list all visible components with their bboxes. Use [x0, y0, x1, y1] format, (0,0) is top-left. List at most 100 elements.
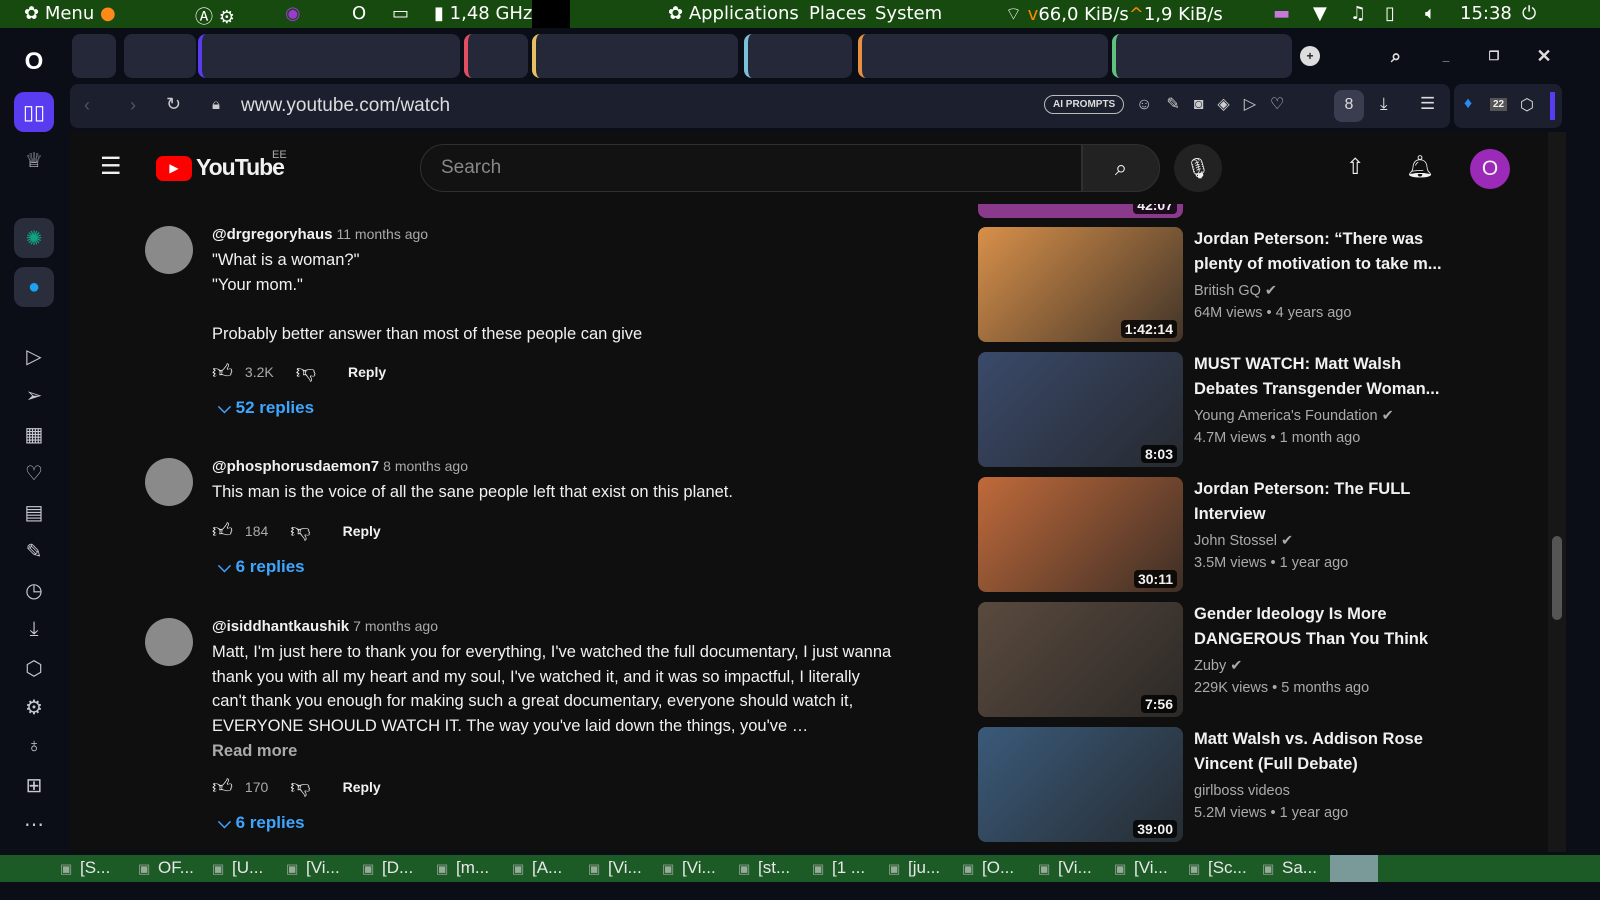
channel-name[interactable]: girlboss videos — [1194, 783, 1290, 799]
history-icon[interactable]: ◷ — [14, 570, 54, 610]
channel-name[interactable]: Young America's Foundation — [1194, 408, 1378, 424]
wifi-icon[interactable]: ▼ — [1313, 3, 1327, 24]
comment-time[interactable]: 8 months ago — [383, 458, 468, 474]
taskbar-item[interactable]: [1 ... — [832, 858, 865, 878]
dislike-icon[interactable]: 👎︎ — [290, 519, 310, 543]
reply-button[interactable]: Reply — [348, 364, 386, 380]
related-video[interactable]: 30:11 Jordan Peterson: The FULL Interview… — [978, 477, 1448, 592]
firefox-icon[interactable]: ● — [100, 3, 116, 24]
comment-author[interactable]: @phosphorusdaemon7 — [212, 458, 379, 475]
view-replies-button[interactable]: ⌵ 6 replies — [218, 557, 892, 577]
system-menu[interactable]: System — [875, 3, 942, 24]
new-tab-icon[interactable]: + — [1300, 46, 1320, 66]
workspace-icon[interactable]: ▯▯ — [14, 92, 54, 132]
video-title[interactable]: Jordan Peterson: “There was plenty of mo… — [1194, 227, 1444, 276]
video-thumbnail[interactable]: 7:56 — [978, 602, 1183, 717]
back-icon[interactable]: ‹ — [84, 95, 90, 116]
page-scrollbar[interactable] — [1548, 132, 1566, 852]
video-title[interactable]: Gender Ideology Is More DANGEROUS Than Y… — [1194, 602, 1444, 651]
read-more-button[interactable]: Read more — [212, 742, 892, 761]
youtube-logo[interactable]: YouTube — [196, 154, 285, 181]
avatar[interactable] — [145, 458, 193, 506]
crown-icon[interactable]: ♕ — [14, 140, 54, 180]
video-thumbnail[interactable]: 8:03 — [978, 352, 1183, 467]
avatar[interactable] — [145, 618, 193, 666]
video-thumbnail[interactable]: 39:00 — [978, 727, 1183, 842]
dislike-icon[interactable]: 👎︎ — [290, 775, 310, 799]
like-icon[interactable]: 👍︎ — [212, 360, 233, 384]
tab-group[interactable] — [532, 34, 738, 78]
profile-icon[interactable]: 8 — [1334, 90, 1364, 122]
video-title[interactable]: Matt Walsh vs. Addison Rose Vincent (Ful… — [1194, 727, 1444, 776]
tab-group[interactable] — [858, 34, 1108, 78]
taskbar-item[interactable]: Sa... — [1282, 858, 1317, 878]
upload-icon[interactable]: ⇧ — [1346, 154, 1364, 180]
address-actions[interactable]: ☺✎◙◈▷♡ — [1136, 94, 1298, 114]
taskbar-item[interactable]: [m... — [456, 858, 489, 878]
terminal-icon[interactable]: ▭ — [392, 3, 409, 24]
edit-icon[interactable]: ✎ — [14, 531, 54, 571]
news-icon[interactable]: ▤ — [14, 492, 54, 532]
youtube-logo-icon[interactable]: ▶ — [156, 156, 192, 181]
video-title[interactable]: Jordan Peterson: The FULL Interview — [1194, 477, 1444, 526]
sidebar-toggle[interactable] — [1550, 92, 1555, 120]
taskbar-item[interactable]: [ju... — [908, 858, 940, 878]
video-thumbnail[interactable]: 1:42:14 — [978, 227, 1183, 342]
bell-icon[interactable]: 🔔︎ — [1406, 154, 1434, 180]
taskbar-item[interactable]: [S... — [80, 858, 110, 878]
scrollbar-thumb[interactable] — [1552, 536, 1562, 620]
channel-name[interactable]: Zuby — [1194, 658, 1226, 674]
notification-icon[interactable]: ♫ — [1350, 3, 1366, 24]
tab-group[interactable] — [124, 34, 196, 78]
volume-icon[interactable]: 🔈︎ — [1425, 3, 1436, 24]
applications-menu[interactable]: ✿ Applications — [668, 3, 799, 24]
video-title[interactable]: MUST WATCH: Matt Walsh Debates Transgend… — [1194, 352, 1444, 401]
related-video[interactable]: 7:56 Gender Ideology Is More DANGEROUS Th… — [978, 602, 1448, 717]
apps-icon[interactable]: ▦ — [14, 414, 54, 454]
launcher-icon[interactable]: Ⓐ ⚙ — [195, 3, 235, 29]
taskbar-item[interactable]: [Vi... — [682, 858, 716, 878]
taskbar-item[interactable]: [Sc... — [1208, 858, 1247, 878]
comment-author[interactable]: @isiddhantkaushik — [212, 618, 349, 635]
microphone-icon[interactable]: 🎙︎ — [1174, 144, 1222, 192]
reply-button[interactable]: Reply — [343, 779, 381, 795]
hamburger-icon[interactable]: ☰ — [100, 152, 122, 181]
video-thumbnail[interactable]: 30:11 — [978, 477, 1183, 592]
settings-icon[interactable]: ⚙ — [14, 687, 54, 727]
taskbar-item[interactable]: [Vi... — [1134, 858, 1168, 878]
tab-group[interactable] — [744, 34, 852, 78]
reply-button[interactable]: Reply — [343, 523, 381, 539]
taskbar-item[interactable]: [A... — [532, 858, 562, 878]
comment-time[interactable]: 7 months ago — [353, 618, 438, 634]
battery-icon[interactable]: ▯ — [1385, 3, 1395, 24]
taskbar-item[interactable]: [O... — [982, 858, 1014, 878]
menu-button[interactable]: ✿ Menu — [24, 3, 94, 24]
taskbar-item[interactable]: [Vi... — [1058, 858, 1092, 878]
tor-icon[interactable]: ◉ — [285, 3, 301, 24]
tips-icon[interactable]: ♁ — [14, 726, 54, 766]
comment-time[interactable]: 11 months ago — [336, 226, 428, 242]
dislike-icon[interactable]: 👎︎ — [296, 360, 316, 384]
tray-icon[interactable]: ▬ — [1273, 3, 1290, 24]
twitter-icon[interactable]: ● — [14, 267, 54, 307]
like-icon[interactable]: 👍︎ — [212, 519, 233, 543]
like-icon[interactable]: 👍︎ — [212, 775, 233, 799]
add-panel-icon[interactable]: ⊞ — [14, 765, 54, 805]
related-video[interactable]: 39:00 Matt Walsh vs. Addison Rose Vincent… — [978, 727, 1448, 842]
player-icon[interactable]: ▷ — [14, 336, 54, 376]
calendar-badge[interactable]: 22 — [1490, 98, 1508, 111]
cube-icon[interactable]: ⬡ — [1520, 95, 1534, 115]
extension-icon[interactable]: ♦ — [1464, 95, 1472, 113]
ai-prompts-button[interactable]: AI PROMPTS — [1044, 95, 1125, 114]
extensions-icon[interactable]: ⬡ — [14, 648, 54, 688]
restore-icon[interactable]: ❐ — [1484, 46, 1504, 66]
taskbar-item[interactable]: [Vi... — [608, 858, 642, 878]
download-icon[interactable]: ⤓ — [14, 609, 54, 649]
channel-name[interactable]: British GQ — [1194, 283, 1261, 299]
related-video[interactable]: 8:03 MUST WATCH: Matt Walsh Debates Trans… — [978, 352, 1448, 467]
send-icon[interactable]: ➢ — [14, 375, 54, 415]
active-window[interactable] — [1330, 855, 1378, 882]
tab-group[interactable] — [72, 34, 116, 78]
taskbar-item[interactable]: OF... — [158, 858, 194, 878]
tab-group[interactable] — [464, 34, 528, 78]
